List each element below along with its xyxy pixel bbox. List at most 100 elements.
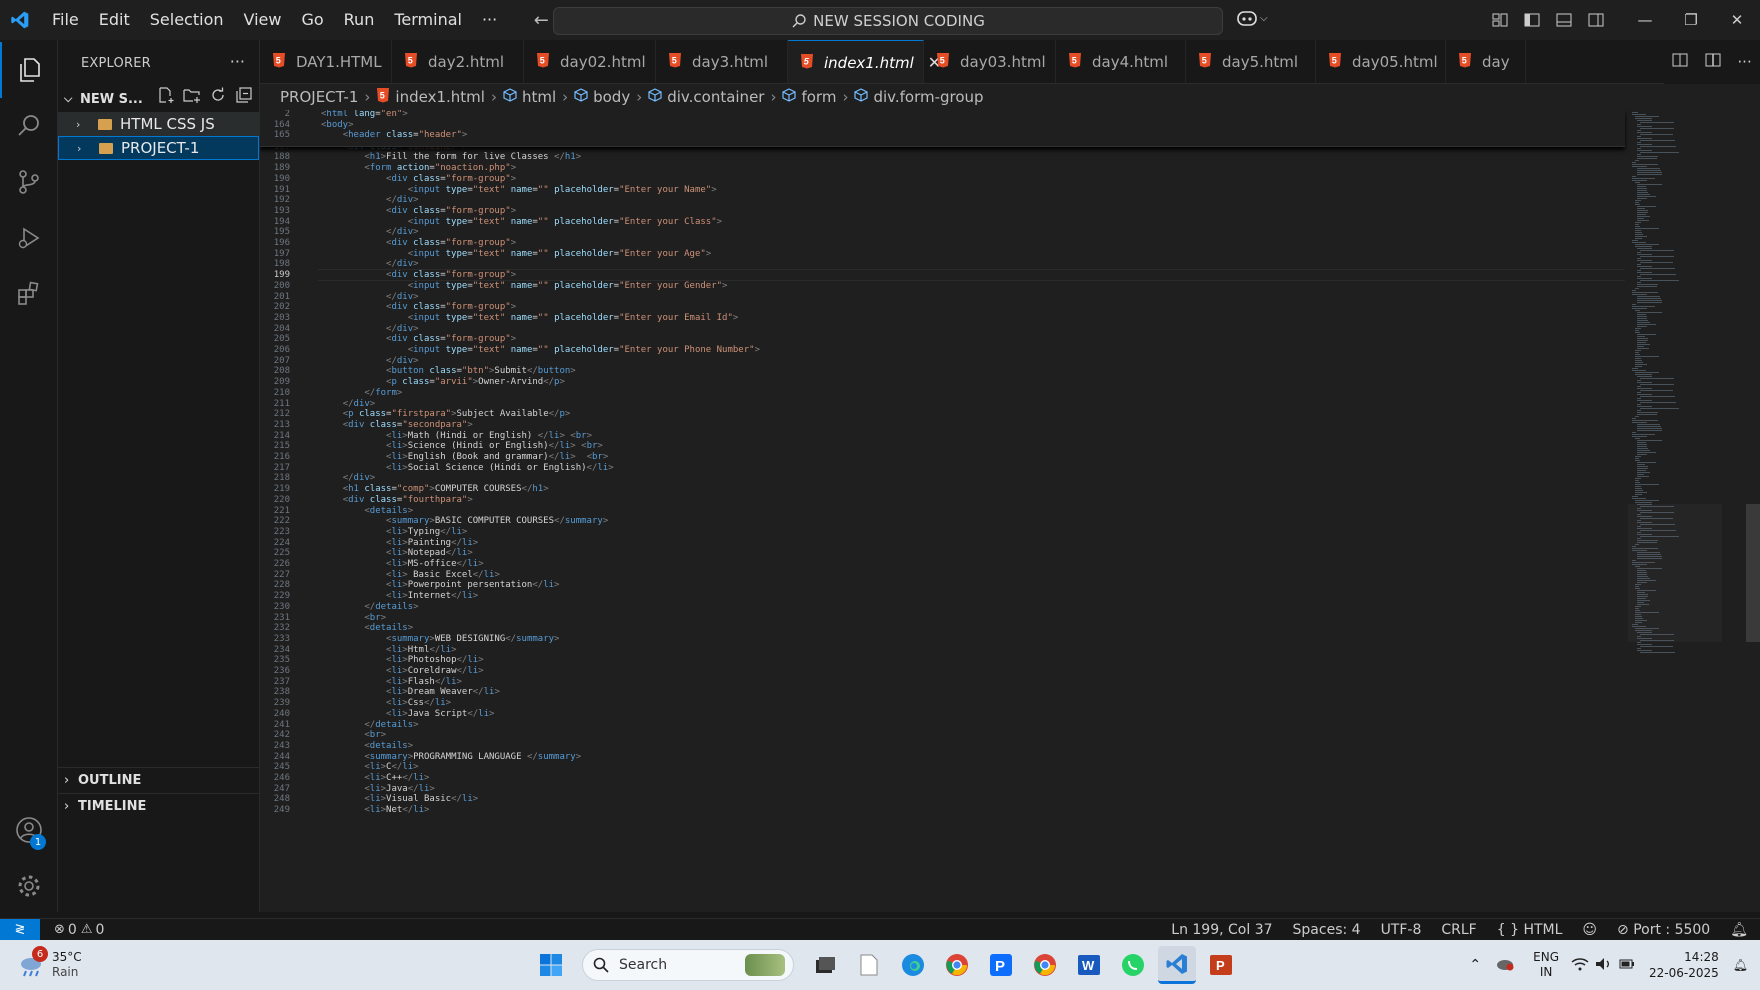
tab-day1-html[interactable]: 5 DAY1.HTML — [260, 40, 392, 83]
chrome-profile-icon[interactable] — [1026, 946, 1064, 984]
breadcrumb-item[interactable]: div.container — [648, 88, 764, 106]
word-icon[interactable]: W — [1070, 946, 1108, 984]
notifications-bell-icon[interactable]: 🔔︎ — [1730, 922, 1748, 938]
more-menu-icon[interactable]: ··· — [472, 0, 507, 40]
folder-row-html-css-js[interactable]: › HTML CSS JS — [58, 112, 259, 136]
cursor-position[interactable]: Ln 199, Col 37 — [1171, 922, 1272, 938]
new-folder-icon[interactable] — [183, 86, 201, 104]
explorer-icon[interactable] — [0, 42, 58, 98]
new-file-icon[interactable] — [157, 86, 175, 104]
folder-row-project-1[interactable]: › PROJECT-1 — [58, 136, 259, 160]
close-window-icon[interactable]: ✕ — [1714, 0, 1760, 40]
wifi-icon[interactable] — [1571, 957, 1589, 974]
chevron-up-icon[interactable]: ⌃ — [1469, 957, 1481, 973]
minimap-row — [1637, 424, 1660, 425]
refresh-icon[interactable] — [209, 86, 227, 104]
whatsapp-icon[interactable] — [1114, 946, 1152, 984]
volume-icon[interactable] — [1595, 957, 1613, 974]
toggle-panel-icon[interactable] — [1548, 0, 1580, 40]
more-actions-icon[interactable]: ··· — [230, 52, 245, 71]
menu-selection[interactable]: Selection — [140, 0, 234, 40]
run-debug-icon[interactable] — [0, 210, 58, 266]
language-mode[interactable]: { } HTML — [1497, 922, 1563, 938]
pycharm-icon[interactable]: P — [982, 946, 1020, 984]
minimap-row — [1639, 262, 1674, 263]
menu-view[interactable]: View — [234, 0, 292, 40]
weather-widget[interactable]: 6 35°C Rain — [18, 940, 82, 990]
taskbar-search[interactable]: Search — [582, 949, 794, 981]
battery-icon[interactable] — [1619, 958, 1635, 973]
copilot-status-icon[interactable]: ☺ — [1582, 922, 1597, 938]
notification-center-icon[interactable]: 🔔︎ — [1733, 958, 1748, 972]
restore-icon[interactable]: ❐ — [1668, 0, 1714, 40]
timeline-section[interactable]: › TIMELINE — [58, 793, 260, 819]
menu-run[interactable]: Run — [334, 0, 385, 40]
menu-terminal[interactable]: Terminal — [384, 0, 472, 40]
minimize-icon[interactable]: — — [1622, 0, 1668, 40]
task-view-icon[interactable] — [806, 946, 844, 984]
indentation[interactable]: Spaces: 4 — [1293, 922, 1361, 938]
encoding[interactable]: UTF-8 — [1381, 922, 1422, 938]
onedrive-icon[interactable] — [1495, 957, 1515, 974]
tab-day05-html[interactable]: 5 day05.html — [1316, 40, 1446, 83]
menu-go[interactable]: Go — [291, 0, 333, 40]
language-indicator[interactable]: ENG IN — [1533, 950, 1559, 980]
tab-day5-html[interactable]: 5 day5.html — [1186, 40, 1316, 83]
breadcrumb-item[interactable]: html — [503, 88, 556, 106]
search-icon[interactable] — [0, 98, 58, 154]
minimap-row — [1634, 288, 1639, 289]
file-explorer-icon[interactable] — [850, 946, 888, 984]
end-of-line[interactable]: CRLF — [1441, 922, 1476, 938]
tab-label: day02.html — [560, 53, 646, 71]
code-editor[interactable]: 186 </header>187 <div class="container">… — [260, 110, 1760, 912]
breadcrumb-item[interactable]: body — [574, 88, 630, 106]
split-editor-icon[interactable] — [1705, 52, 1721, 72]
scrollbar-thumb[interactable] — [1746, 504, 1760, 642]
live-server-port[interactable]: ⊘ Port : 5500 — [1617, 922, 1710, 938]
tab-day4-html[interactable]: 5 day4.html — [1056, 40, 1186, 83]
breadcrumb-item[interactable]: form — [782, 88, 836, 106]
copilot-icon[interactable]: ⌵ — [1236, 8, 1268, 28]
tab-day[interactable]: 5 day — [1446, 40, 1526, 83]
breadcrumb-item[interactable]: div.form-group — [854, 88, 984, 106]
menu-edit[interactable]: Edit — [89, 0, 140, 40]
collapse-all-icon[interactable] — [235, 86, 253, 104]
breadcrumb-item[interactable]: 5 index1.html — [376, 87, 485, 107]
clock[interactable]: 14:28 22-06-2025 — [1649, 949, 1719, 981]
toggle-primary-sidebar-icon[interactable] — [1516, 0, 1548, 40]
tab-index1-html[interactable]: 5 index1.html ✕ — [788, 40, 941, 83]
windows-start-icon[interactable] — [532, 946, 570, 984]
minimap-slider[interactable] — [1628, 504, 1722, 642]
remote-indicator-icon[interactable]: ≷ — [0, 918, 40, 941]
tab-day2-html[interactable]: 5 day2.html — [392, 40, 524, 83]
svg-text:5: 5 — [1332, 56, 1337, 66]
command-center-search[interactable]: NEW SESSION CODING — [553, 7, 1223, 35]
tab-day3-html[interactable]: 5 day3.html — [656, 40, 788, 83]
extensions-icon[interactable] — [0, 266, 58, 322]
minimap-row — [1637, 414, 1657, 415]
customize-layout-icon[interactable] — [1484, 0, 1516, 40]
source-control-icon[interactable] — [0, 154, 58, 210]
vertical-scrollbar[interactable] — [1744, 110, 1760, 912]
chrome-icon[interactable] — [938, 946, 976, 984]
open-preview-icon[interactable] — [1672, 52, 1688, 72]
minimap-row — [1634, 366, 1642, 367]
menu-file[interactable]: File — [42, 0, 89, 40]
vscode-taskbar-icon[interactable] — [1158, 946, 1196, 984]
more-actions-icon[interactable]: ··· — [1737, 53, 1751, 71]
sticky-scroll[interactable]: 2 <html lang="en"> 164 <body> 165 <header cl… — [260, 110, 1625, 147]
powerpoint-icon[interactable]: P — [1202, 946, 1240, 984]
minimap-row — [1634, 246, 1652, 247]
outline-section[interactable]: › OUTLINE — [58, 767, 260, 793]
problems-indicator[interactable]: ⊗ 0 ⚠ 0 — [54, 922, 104, 938]
toggle-secondary-sidebar-icon[interactable] — [1580, 0, 1612, 40]
minimap-row — [1634, 350, 1641, 351]
tab-day02-html[interactable]: 5 day02.html — [524, 40, 656, 83]
tab-day03-html[interactable]: 5 day03.html — [924, 40, 1056, 83]
accounts-icon[interactable]: 1 — [0, 802, 58, 858]
error-count: 0 — [67, 921, 77, 938]
edge-browser-icon[interactable] — [894, 946, 932, 984]
breadcrumb-item[interactable]: PROJECT-1 — [280, 88, 358, 106]
minimap-row — [1637, 196, 1657, 197]
settings-gear-icon[interactable] — [0, 858, 58, 914]
